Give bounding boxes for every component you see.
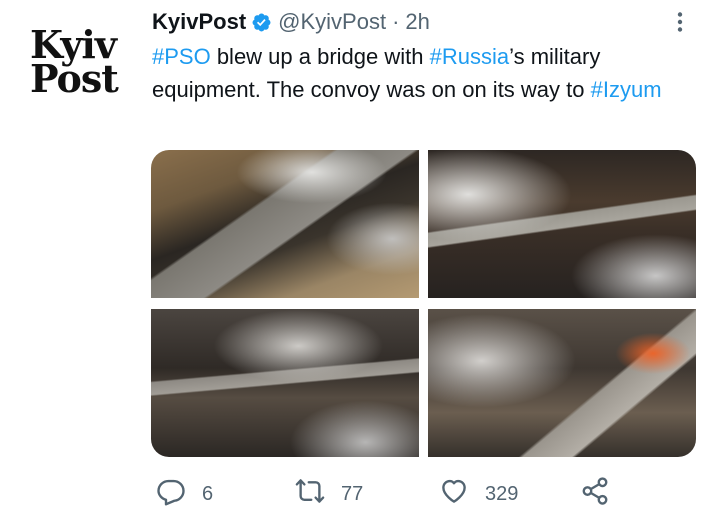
account-name[interactable]: KyivPost (152, 9, 246, 35)
like-button[interactable]: 329 (439, 474, 518, 514)
retweet-button[interactable]: 77 (295, 474, 363, 514)
account-handle[interactable]: @KyivPost (278, 9, 386, 35)
separator-dot: · (392, 9, 400, 34)
media-grid (151, 150, 696, 457)
like-count: 329 (485, 482, 519, 505)
reply-count: 6 (202, 482, 214, 505)
tweet-header: KyivPost @KyivPost · 2h (152, 8, 430, 36)
tweet-card[interactable]: Kyiv Post KyivPost @KyivPost · 2h #PSO b… (0, 0, 720, 525)
reply-button[interactable]: 6 (156, 474, 213, 514)
more-options-icon[interactable] (666, 8, 694, 36)
hashtag-link[interactable]: #Izyum (591, 77, 662, 102)
tweet-text: #PSO blew up a bridge with #Russia’s mil… (152, 40, 692, 106)
media-photo-1[interactable] (151, 150, 419, 298)
heart-icon (439, 476, 469, 512)
hashtag-link[interactable]: #PSO (152, 44, 211, 69)
share-icon (580, 476, 610, 512)
avatar[interactable]: Kyiv Post (30, 26, 130, 108)
retweet-icon (295, 476, 325, 512)
media-photo-2[interactable] (428, 150, 696, 298)
share-button[interactable] (580, 474, 610, 514)
hashtag-link[interactable]: #Russia (430, 44, 509, 69)
verified-badge-icon (251, 12, 272, 33)
reply-icon (156, 476, 186, 512)
tweet-actions: 6 77 329 (152, 474, 622, 514)
tweet-text-part: blew up a bridge with (210, 44, 430, 69)
media-photo-4[interactable] (428, 309, 696, 457)
media-photo-3[interactable] (151, 309, 419, 457)
logo-line-2: Post (30, 56, 119, 101)
tweet-timestamp[interactable]: 2h (405, 9, 429, 35)
retweet-count: 77 (341, 482, 364, 505)
